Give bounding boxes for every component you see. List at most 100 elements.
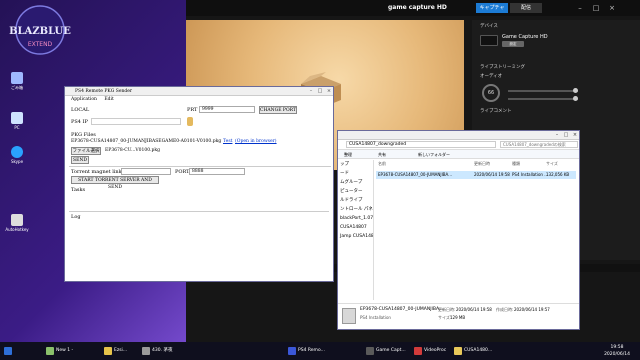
taskbar: New 1 - Ezsi... 430. 茅夜 PS4 Remo... Game… (0, 342, 640, 360)
taskbar-item[interactable]: CUSA1480... (452, 344, 492, 358)
ps4-ip-label: PS4 IP (71, 119, 88, 125)
taskbar-item[interactable]: Game Capt... (364, 344, 406, 358)
col-name[interactable]: 名前 (378, 161, 386, 167)
log-label: Log (71, 214, 81, 220)
window-title: PS4 Remote PKG Sender (75, 89, 133, 94)
explorer-nav-pane: ップ ード ムグループ ピューター ルドライブ ントロール パネル blackP… (338, 160, 374, 300)
torrent-port-input[interactable]: 8888 (189, 168, 245, 175)
explorer-address-bar: CUSA14807_downgraded CUSA14807_downgrade… (338, 140, 579, 150)
desktop-icon-recycle[interactable]: ごみ箱 (4, 72, 30, 91)
maximize-icon[interactable]: □ (316, 88, 324, 95)
change-port-button[interactable]: CHANGE PORT (259, 106, 297, 114)
maximize-icon[interactable]: □ (562, 132, 570, 139)
taskbar-item[interactable]: New 1 - (44, 344, 73, 358)
file-selected: EP3678-CU...V0100.pkg (105, 148, 161, 153)
explorer-toolbar: 整理 共有 新しいフォルダー (338, 150, 579, 159)
torrent-link-input[interactable] (121, 168, 171, 175)
nav-item[interactable]: ップ (338, 160, 373, 169)
explorer-window: – □ × CUSA14807_downgraded CUSA14807_dow… (337, 130, 580, 330)
pkg-path: EP3678-CUSA14807_00-JUMANJIBASEGAME0-A01… (71, 139, 222, 144)
desktop-icon-pc[interactable]: PC (4, 112, 30, 130)
nav-item[interactable]: ード (338, 169, 373, 178)
minimize-icon[interactable]: – (574, 2, 586, 14)
tasks-label: Tasks (71, 187, 86, 193)
nav-item[interactable]: ムグループ (338, 178, 373, 187)
stream-button[interactable]: 配信 (510, 3, 542, 13)
file-select-button[interactable]: ファイル選択 (71, 147, 101, 155)
capture-device-icon (480, 35, 498, 46)
game-capture-title: game capture HD (388, 4, 447, 11)
toolbar-organize[interactable]: 整理 (344, 152, 352, 158)
user-icon (187, 117, 193, 126)
desktop-icon-skype[interactable]: Skype (4, 146, 30, 164)
maximize-icon[interactable]: □ (590, 2, 602, 14)
minimize-icon[interactable]: – (307, 88, 315, 95)
close-icon[interactable]: × (325, 88, 333, 95)
toolbar-new-folder[interactable]: 新しいフォルダー (418, 152, 450, 158)
details-created-label: 作成日時: (496, 307, 514, 312)
test-link[interactable]: Test (223, 139, 232, 144)
taskbar-item[interactable]: Ezsi... (102, 344, 127, 358)
section-commentary[interactable]: ライブコメント (480, 108, 512, 114)
section-device[interactable]: デバイス (480, 23, 498, 29)
svg-text:BLAZBLUE: BLAZBLUE (9, 26, 71, 37)
desktop-icon-ahk[interactable]: AutoHotkey (4, 214, 30, 232)
file-list-header: 名前 更新日時 種類 サイズ (376, 161, 576, 168)
col-size[interactable]: サイズ (546, 161, 558, 167)
details-created: 2020/06/14 19:57 (514, 307, 550, 312)
menu-bar: Application Edit (65, 96, 333, 104)
device-settings-button[interactable]: 設定 (502, 41, 524, 47)
log-area[interactable]: Log (69, 211, 329, 279)
search-input[interactable]: CUSA14807_downgradedの検索 (500, 141, 578, 148)
details-kind: PS4 Installation (360, 315, 391, 320)
game-capture-titlebar: game capture HD キャプチャ 配信 – □ × (186, 0, 640, 16)
minimize-icon[interactable]: – (553, 132, 561, 139)
details-size: 129 MB (450, 315, 466, 320)
taskbar-item[interactable]: 430. 茅夜 (140, 344, 172, 358)
audio-slider-2[interactable] (508, 96, 578, 101)
send-button[interactable]: SEND (71, 156, 89, 164)
file-date: 2020/06/14 19:58 (474, 172, 510, 177)
device-name: Game Capture HD (502, 34, 548, 40)
col-type[interactable]: 種類 (512, 161, 520, 167)
volume-knob[interactable]: 66 (482, 84, 500, 102)
nav-item[interactable]: Jamp CUSA14807 (338, 232, 373, 241)
ps4-ip-input[interactable] (91, 118, 181, 125)
details-updated: 2020/06/14 19:58 (456, 307, 492, 312)
open-in-browser-link[interactable]: (Open in browser) (235, 139, 277, 144)
col-date[interactable]: 更新日時 (474, 161, 490, 167)
divider (69, 166, 331, 167)
section-streaming[interactable]: ライブストリーミング (480, 64, 525, 70)
close-icon[interactable]: × (606, 2, 618, 14)
start-icon[interactable] (2, 344, 12, 358)
menu-edit[interactable]: Edit (104, 97, 113, 102)
section-audio[interactable]: オーディオ (480, 73, 502, 79)
file-row[interactable]: EP3678-CUSA14807_00-JUMANJIBA... 2020/06… (376, 171, 576, 179)
start-torrent-button[interactable]: START TORRENT SERVER AND SEND (71, 176, 159, 190)
clock[interactable]: 19:58 2020/06/14 (604, 344, 630, 358)
torrent-label: Torrent magnet link (71, 169, 122, 175)
close-icon[interactable]: × (571, 132, 579, 139)
nav-item[interactable]: ピューター (338, 187, 373, 196)
skype-icon (11, 146, 23, 158)
audio-slider-1[interactable] (508, 88, 578, 93)
port-input[interactable]: 9999 (199, 106, 255, 113)
nav-item[interactable]: ントロール パネル (338, 205, 373, 214)
port-label: PRT (187, 107, 198, 113)
menu-application[interactable]: Application (71, 97, 97, 102)
file-type: PS4 Installation ... (512, 172, 549, 177)
nav-item[interactable]: blackPort_1.07 (338, 214, 373, 223)
explorer-titlebar: – □ × (338, 131, 579, 140)
nav-item[interactable]: CUSA14807 (338, 223, 373, 232)
taskbar-item[interactable]: PS4 Remo... (286, 344, 325, 358)
toolbar-share[interactable]: 共有 (378, 152, 386, 158)
nav-item[interactable]: ルドライブ (338, 196, 373, 205)
details-pane: EP3678-CUSA14807_00-JUMANJIBA... PS4 Ins… (338, 303, 579, 329)
local-label: LOCAL (71, 107, 90, 113)
capture-button[interactable]: キャプチャ (476, 3, 508, 13)
blazblue-logo: BLAZBLUE EXTEND (8, 4, 72, 62)
address-path[interactable]: CUSA14807_downgraded (346, 141, 496, 148)
file-size: 132,056 KB (546, 172, 570, 177)
pkg-sender-window: PS4 Remote PKG Sender – □ × Application … (64, 86, 334, 282)
taskbar-item[interactable]: VideoProc (412, 344, 446, 358)
